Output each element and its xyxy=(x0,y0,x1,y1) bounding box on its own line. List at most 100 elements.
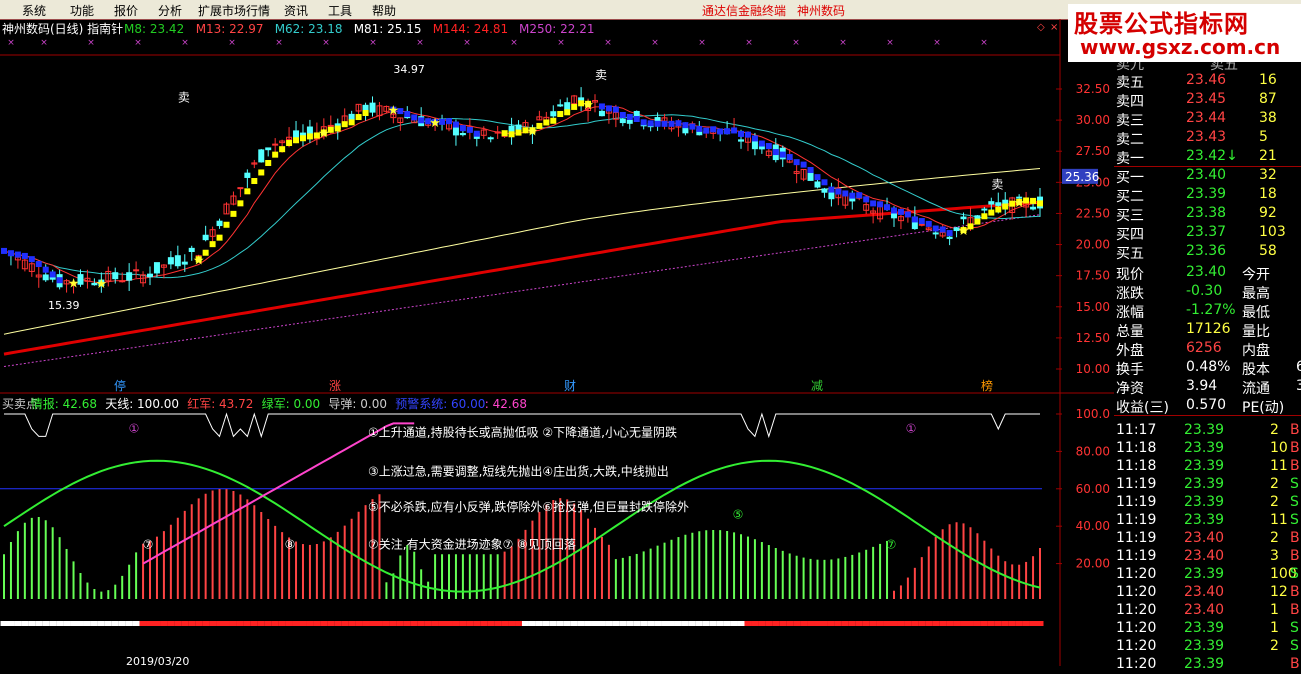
stat-row-5: 换手 0.48% 股本 6 xyxy=(1114,358,1301,378)
diamond-icon[interactable]: ◇ xyxy=(1037,22,1045,33)
tick-row-1-price: 23.39 xyxy=(1184,440,1225,456)
downtrend-band-block xyxy=(877,201,884,208)
menu-item-ext-market[interactable]: 扩展市场行情 xyxy=(198,2,270,19)
candle-body xyxy=(42,274,49,281)
close-icon[interactable]: × xyxy=(1050,22,1058,33)
status-strip-cell xyxy=(146,621,154,626)
downtrend-band-block xyxy=(710,126,717,133)
status-strip-cell xyxy=(542,621,550,626)
indicator-label-3: 红军: 43.72 xyxy=(187,396,253,411)
ma13-line xyxy=(3,105,1041,284)
bottom-mark-2: 财 xyxy=(564,379,576,393)
menu-item-system[interactable]: 系统 xyxy=(22,2,46,19)
uptrend-band-block xyxy=(571,103,578,110)
book-row-2-vol: 38 xyxy=(1259,110,1277,126)
status-strip-cell xyxy=(369,621,377,626)
book-row-0-price: 23.46 xyxy=(1186,72,1227,88)
status-strip-cell xyxy=(883,621,891,626)
status-strip-cell xyxy=(70,621,78,626)
stat-row-1-right: 最高 xyxy=(1242,286,1270,302)
menu-item-help[interactable]: 帮助 xyxy=(372,2,396,19)
downtrend-band-block xyxy=(863,196,870,203)
downtrend-band-block xyxy=(696,125,703,132)
ind-y-tick-label-1: 80.00 xyxy=(1076,444,1110,458)
downtrend-band-block xyxy=(772,149,779,156)
menu-item-function[interactable]: 功能 xyxy=(70,2,94,19)
marker-seven-b: ⑦ xyxy=(886,538,897,552)
downtrend-band-block xyxy=(731,127,738,134)
status-strip-cell xyxy=(278,621,286,626)
sell-signal-0: 卖 xyxy=(178,90,190,104)
tick-row-11-price: 23.39 xyxy=(1184,620,1225,636)
menu-item-tools[interactable]: 工具 xyxy=(328,2,352,19)
low-price-label: 15.39 xyxy=(48,299,80,312)
status-strip-cell xyxy=(243,621,251,626)
ma-label-3: M81: 25.15 xyxy=(354,22,422,36)
stat-row-6-rvalue: 3 xyxy=(1296,378,1301,394)
status-strip-cell xyxy=(7,621,15,626)
status-strip-cell xyxy=(661,621,669,626)
ma144-line xyxy=(3,200,1041,356)
tick-row-10: 11:20 23.40 1 B xyxy=(1114,601,1301,620)
downtrend-band-block xyxy=(807,167,814,174)
status-strip-cell xyxy=(897,621,905,626)
uptrend-band-block xyxy=(251,178,258,185)
status-strip-cell xyxy=(452,621,460,626)
app-title: 通达信金融终端 xyxy=(702,4,787,18)
book-row-3-price: 23.43 xyxy=(1186,129,1227,145)
status-strip-cell xyxy=(709,621,717,626)
downtrend-band-block xyxy=(647,120,654,127)
watermark-url: www.gsxz.com.cn xyxy=(1080,35,1281,59)
status-strip-cell xyxy=(681,621,689,626)
downtrend-band-block xyxy=(668,120,675,127)
tick-row-5-vol: 11 xyxy=(1270,512,1288,528)
chart-area[interactable]: 神州数码(日线) 指南针 M8: 23.42 M13: 22.97 M62: 23.1… xyxy=(0,19,1114,666)
downtrend-band-block xyxy=(765,143,772,150)
tick-row-0-side: B xyxy=(1290,422,1300,438)
status-strip-cell xyxy=(640,621,648,626)
menu-item-news[interactable]: 资讯 xyxy=(284,2,308,19)
y-tick-label-5: 20.00 xyxy=(1076,238,1110,252)
status-strip-cell xyxy=(195,621,203,626)
candle-body xyxy=(181,261,188,265)
downtrend-band-block xyxy=(946,230,953,237)
warning-x-marker-4: × xyxy=(228,38,236,48)
status-strip-cell xyxy=(980,621,988,626)
status-strip-cell xyxy=(501,621,509,626)
buy-star-icon-8: ★ xyxy=(958,224,970,239)
warning-x-marker-1: × xyxy=(87,38,95,48)
tick-row-1-time: 11:18 xyxy=(1116,440,1157,456)
stat-row-2-label: 涨幅 xyxy=(1116,305,1144,321)
y-tick-label-2: 27.50 xyxy=(1076,144,1110,158)
menu-item-analysis[interactable]: 分析 xyxy=(158,2,182,19)
downtrend-band-block xyxy=(661,120,668,127)
stat-row-0: 现价 23.40 今开 xyxy=(1114,263,1301,283)
candle-body xyxy=(306,126,313,135)
downtrend-band-block xyxy=(897,208,904,215)
menu-item-quote[interactable]: 报价 xyxy=(114,2,138,19)
tick-row-3-vol: 2 xyxy=(1270,476,1279,492)
status-strip-cell xyxy=(306,621,314,626)
uptrend-band-block xyxy=(995,206,1002,213)
uptrend-band-block xyxy=(550,117,557,124)
status-strip-cell xyxy=(549,621,557,626)
status-strip-cell xyxy=(202,621,210,626)
tick-row-9: 11:20 23.40 12 B xyxy=(1114,583,1301,602)
downtrend-band-block xyxy=(911,216,918,223)
status-strip-cell xyxy=(327,621,335,626)
status-strip-cell xyxy=(834,621,842,626)
indicator-label-4: 绿军: 0.00 xyxy=(262,396,321,411)
tick-row-1-side: B xyxy=(1290,440,1300,456)
warning-x-marker-17: × xyxy=(839,38,847,48)
downtrend-band-block xyxy=(918,218,925,225)
stat-row-7-right: PE(动) xyxy=(1242,400,1285,416)
uptrend-band-block xyxy=(209,241,216,248)
status-strip-cell xyxy=(264,621,272,626)
downtrend-band-block xyxy=(890,207,897,214)
status-strip-cell xyxy=(674,621,682,626)
status-strip-cell xyxy=(876,621,884,626)
status-strip-cell xyxy=(987,621,995,626)
status-strip-cell xyxy=(758,621,766,626)
downtrend-band-block xyxy=(7,250,14,257)
downtrend-band-block xyxy=(418,117,425,124)
